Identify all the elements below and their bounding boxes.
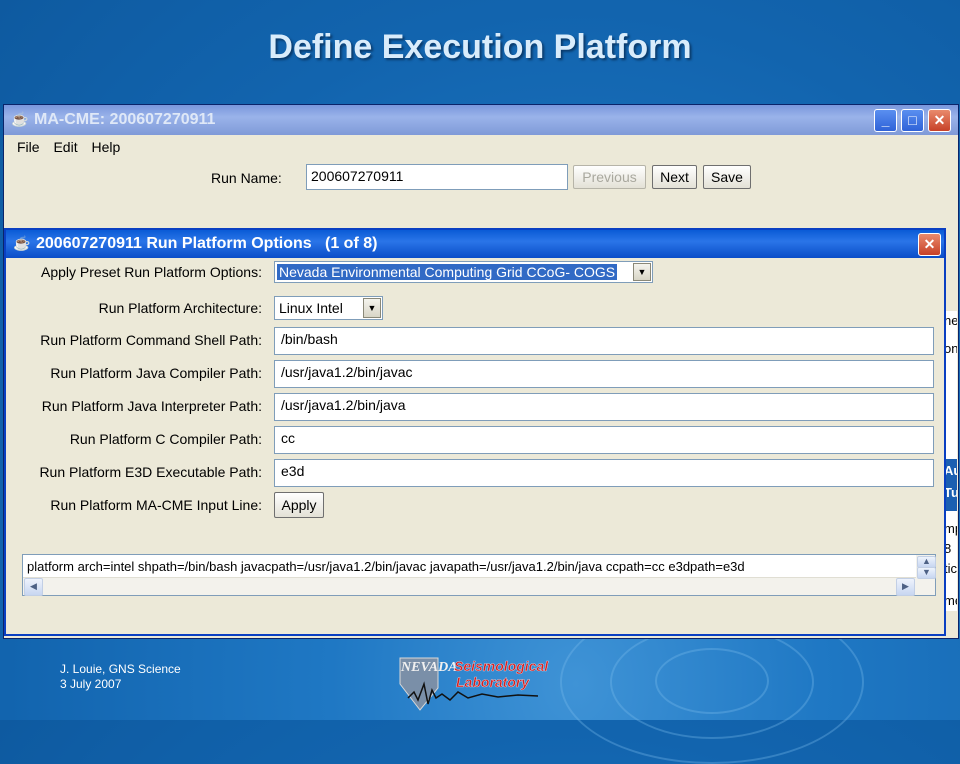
svg-text:Laboratory: Laboratory <box>456 674 530 690</box>
c-compiler-row: Run Platform C Compiler Path: cc <box>6 425 944 455</box>
menu-file[interactable]: File <box>12 135 45 155</box>
java-compiler-input[interactable]: /usr/java1.2/bin/javac <box>274 360 934 388</box>
apply-button[interactable]: Apply <box>274 492 324 518</box>
close-icon[interactable]: ✕ <box>918 233 941 256</box>
e3d-executable-label: Run Platform E3D Executable Path: <box>39 464 262 480</box>
next-button[interactable]: Next <box>652 165 697 189</box>
main-window-titlebar[interactable]: ☕ MA-CME: 200607270911 _ □ ✕ <box>4 105 958 135</box>
input-line-textarea[interactable]: platform arch=intel shpath=/bin/bash jav… <box>22 554 936 596</box>
java-cup-icon: ☕ <box>13 235 31 251</box>
architecture-row: Run Platform Architecture: Linux Intel ▼ <box>6 293 944 323</box>
architecture-selected-value: Linux Intel <box>279 300 343 316</box>
input-line-label: Run Platform MA-CME Input Line: <box>50 497 262 513</box>
preset-selected-value: Nevada Environmental Computing Grid CCoG… <box>275 263 619 281</box>
svg-text:NEVADA: NEVADA <box>400 660 458 675</box>
dialog-title: 200607270911 Run Platform Options (1 of … <box>36 235 378 252</box>
scroll-right-icon[interactable]: ▶ <box>896 578 915 596</box>
slide-title: Define Execution Platform <box>268 28 692 66</box>
java-compiler-label: Run Platform Java Compiler Path: <box>50 365 262 381</box>
java-interpreter-input[interactable]: /usr/java1.2/bin/java <box>274 393 934 421</box>
run-name-row: Run Name: 200607270911 Previous Next Sav… <box>4 157 958 197</box>
scroll-down-icon[interactable]: ▼ <box>917 567 936 579</box>
preset-label: Apply Preset Run Platform Options: <box>41 264 262 280</box>
footer-date: 3 July 2007 <box>60 677 122 691</box>
slide-footer: J. Louie, GNS Science 3 July 2007 <box>60 662 181 692</box>
run-name-label: Run Name: <box>211 170 282 186</box>
c-compiler-label: Run Platform C Compiler Path: <box>69 431 262 447</box>
vertical-scrollbar[interactable]: ▲ ▼ <box>916 555 936 595</box>
run-name-input[interactable]: 200607270911 <box>306 164 568 190</box>
preset-select[interactable]: Nevada Environmental Computing Grid CCoG… <box>274 261 653 283</box>
close-icon[interactable]: ✕ <box>928 109 951 132</box>
scroll-left-icon[interactable]: ◀ <box>24 578 43 596</box>
dropdown-arrow-icon[interactable]: ▼ <box>633 263 651 281</box>
java-compiler-row: Run Platform Java Compiler Path: /usr/ja… <box>6 359 944 389</box>
menu-edit[interactable]: Edit <box>48 135 82 155</box>
background-ripple <box>655 648 769 714</box>
svg-text:Seismological: Seismological <box>454 658 549 674</box>
architecture-label: Run Platform Architecture: <box>98 300 262 316</box>
architecture-select[interactable]: Linux Intel ▼ <box>274 296 383 320</box>
preset-row: Apply Preset Run Platform Options: Nevad… <box>6 260 944 290</box>
main-window-title: MA-CME: 200607270911 <box>34 111 216 128</box>
previous-button[interactable]: Previous <box>573 165 646 189</box>
java-interpreter-label: Run Platform Java Interpreter Path: <box>41 398 262 414</box>
maximize-icon[interactable]: □ <box>901 109 924 132</box>
java-cup-icon: ☕ <box>11 111 29 127</box>
input-line-text: platform arch=intel shpath=/bin/bash jav… <box>27 559 745 574</box>
nevada-seismological-laboratory-logo: NEVADA Seismological Laboratory <box>399 657 549 711</box>
run-platform-options-dialog: ☕ 200607270911 Run Platform Options (1 o… <box>4 228 946 636</box>
dialog-titlebar[interactable]: ☕ 200607270911 Run Platform Options (1 o… <box>6 230 944 258</box>
footer-author: J. Louie, GNS Science <box>60 662 181 676</box>
input-line-row: Run Platform MA-CME Input Line: Apply <box>6 491 944 521</box>
e3d-executable-input[interactable]: e3d <box>274 459 934 487</box>
minimize-icon[interactable]: _ <box>874 109 897 132</box>
e3d-executable-row: Run Platform E3D Executable Path: e3d <box>6 458 944 488</box>
menu-bar: File Edit Help <box>4 135 958 157</box>
dialog-body: Apply Preset Run Platform Options: Nevad… <box>6 260 944 634</box>
shell-path-input[interactable]: /bin/bash <box>274 327 934 355</box>
shell-path-row: Run Platform Command Shell Path: /bin/ba… <box>6 326 944 356</box>
dropdown-arrow-icon[interactable]: ▼ <box>363 298 381 318</box>
c-compiler-input[interactable]: cc <box>274 426 934 454</box>
horizontal-scrollbar[interactable]: ◀ ▶ <box>23 577 916 596</box>
menu-help[interactable]: Help <box>86 135 125 155</box>
java-interpreter-row: Run Platform Java Interpreter Path: /usr… <box>6 392 944 422</box>
save-button[interactable]: Save <box>703 165 751 189</box>
shell-path-label: Run Platform Command Shell Path: <box>40 332 262 348</box>
